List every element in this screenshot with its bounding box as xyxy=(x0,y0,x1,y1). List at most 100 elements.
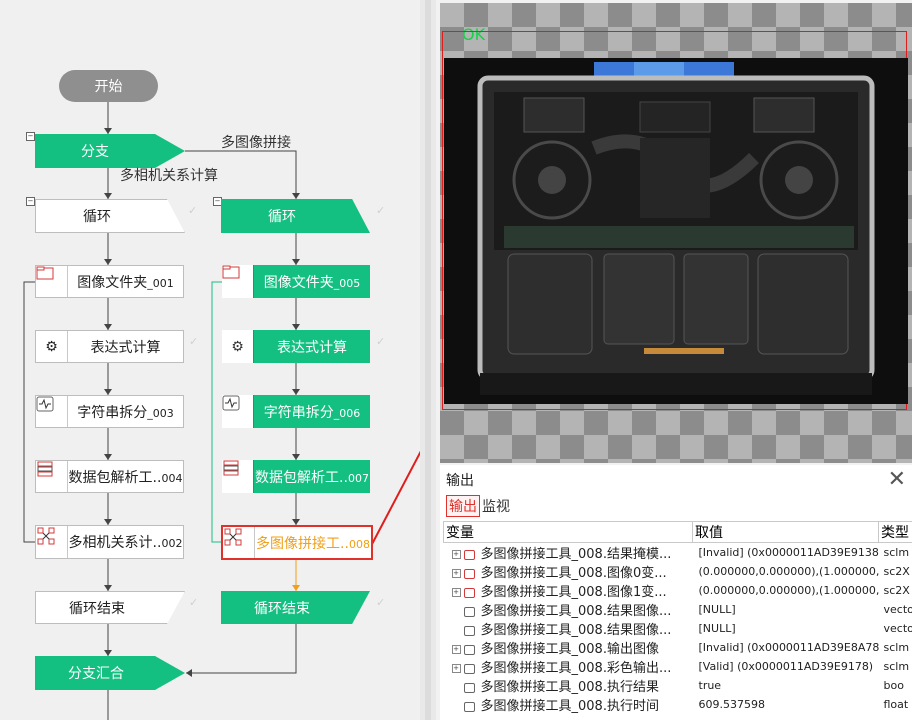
table-row[interactable]: 多图像拼接工具_008.结果图像... [NULL] vecto xyxy=(444,600,912,619)
start-node[interactable]: 开始 xyxy=(59,70,158,102)
variable-icon xyxy=(463,663,475,674)
check-icon: ✓ xyxy=(189,596,199,609)
column-header-value[interactable]: 取值 xyxy=(692,521,879,543)
left-packet-suffix: 004 xyxy=(161,471,183,485)
variable-value: [NULL] xyxy=(698,603,736,616)
close-icon[interactable]: ✕ xyxy=(888,469,906,491)
left-split-node[interactable]: 字符串拆分_003 xyxy=(35,395,184,428)
variable-value: (0.000000,0.000000),(1.000000,... xyxy=(698,565,879,578)
variable-name: 多图像拼接工具_008.结果掩模... xyxy=(480,547,672,562)
left-loop-end-node[interactable]: 循环结束 xyxy=(35,591,185,624)
left-loop-end-label: 循环结束 xyxy=(69,600,125,617)
branch-label-left: 多相机关系计算 xyxy=(120,168,218,184)
variable-icon xyxy=(463,701,475,712)
branch-node[interactable]: 分支 xyxy=(35,134,185,168)
left-expr-node[interactable]: ⚙ 表达式计算 xyxy=(35,330,184,363)
left-relation-suffix: 002 xyxy=(161,537,183,550)
variable-name: 多图像拼接工具_008.图像1变... xyxy=(480,585,667,600)
left-folder-suffix: _001 xyxy=(147,276,174,290)
table-row[interactable]: 多图像拼接工具_008.执行结果 true boo xyxy=(444,676,912,695)
variable-name: 多图像拼接工具_008.结果图像... xyxy=(480,623,672,638)
right-split-suffix: _006 xyxy=(333,406,361,420)
right-folder-node[interactable]: 图像文件夹_005 xyxy=(222,265,370,298)
table-row[interactable]: + 多图像拼接工具_008.彩色输出... [Valid] (0x0000011AD… xyxy=(444,657,912,676)
column-header-variable[interactable]: 变量 xyxy=(443,521,693,543)
list-icon xyxy=(222,460,254,493)
check-icon: ✓ xyxy=(376,204,386,217)
table-row[interactable]: + 多图像拼接工具_008.结果掩模... [Invalid] (0x0000011… xyxy=(444,543,912,562)
right-packet-node[interactable]: 数据包解析工..007 xyxy=(222,460,370,493)
variable-icon xyxy=(463,568,475,579)
output-tabs: 输出 监视 xyxy=(446,495,512,517)
flow-canvas[interactable]: 开始 − 分支 多图像拼接 多相机关系计算 − 循环 ✓ 图像文件夹_001 ⚙… xyxy=(0,0,420,720)
table-row[interactable]: 多图像拼接工具_008.结果图像... [NULL] vecto xyxy=(444,619,912,638)
check-icon: ✓ xyxy=(189,335,199,348)
check-icon: ✓ xyxy=(376,596,386,609)
gear-icon: ⚙ xyxy=(36,331,68,362)
panel-splitter[interactable] xyxy=(420,0,436,720)
tab-monitor[interactable]: 监视 xyxy=(480,496,512,516)
left-loop-label: 循环 xyxy=(83,209,111,225)
expand-icon[interactable]: + xyxy=(451,550,461,559)
variable-value: true xyxy=(698,679,722,692)
right-split-node[interactable]: 字符串拆分_006 xyxy=(222,395,370,428)
output-panel-title: 输出 xyxy=(446,473,474,489)
collapse-icon[interactable]: − xyxy=(213,197,222,206)
variable-name: 多图像拼接工具_008.图像0变... xyxy=(480,566,667,581)
variable-name: 多图像拼接工具_008.执行结果 xyxy=(480,680,659,695)
left-expr-label: 表达式计算 xyxy=(90,339,161,356)
variable-icon xyxy=(463,644,475,655)
variable-table: 变量 取值 类型 + 多图像拼接工具_008.结果掩模... [Invalid] (… xyxy=(443,521,912,714)
right-loop-node[interactable]: 循环 xyxy=(221,199,370,233)
start-label: 开始 xyxy=(94,79,123,95)
collapse-icon[interactable]: − xyxy=(26,132,35,141)
variable-type: sclm xyxy=(883,546,910,559)
variable-type: sclm xyxy=(883,641,910,654)
gear-icon: ⚙ xyxy=(222,330,254,363)
output-panel: 输出 ✕ 输出 监视 变量 取值 类型 + 多图像拼接工具_008.结果掩模... [… xyxy=(440,465,912,720)
laptop-board-picture xyxy=(444,58,908,404)
expand-icon[interactable]: + xyxy=(451,645,461,654)
list-icon xyxy=(36,461,68,492)
variable-name: 多图像拼接工具_008.执行时间 xyxy=(480,699,659,714)
right-folder-label: 图像文件夹 xyxy=(263,274,334,291)
folder-icon xyxy=(36,266,68,297)
variable-value: 609.537598 xyxy=(698,698,765,711)
right-stitch-node[interactable]: 多图像拼接工..008 xyxy=(221,525,373,560)
variable-name: 多图像拼接工具_008.结果图像... xyxy=(480,604,672,619)
variable-value: [Valid] (0x0000011AD39E9178) xyxy=(698,660,874,673)
collapse-icon[interactable]: − xyxy=(26,197,35,206)
column-header-type[interactable]: 类型 xyxy=(878,521,912,543)
expand-icon[interactable]: + xyxy=(451,569,461,578)
variable-type: sc2X xyxy=(883,584,910,597)
expand-icon[interactable]: + xyxy=(451,664,461,673)
variable-value: [NULL] xyxy=(698,622,736,635)
expand-icon[interactable]: + xyxy=(451,588,461,597)
variable-value: [Invalid] (0x0000011AD39E8A78) xyxy=(698,641,879,654)
branch-label-right: 多图像拼接 xyxy=(221,135,291,151)
table-row[interactable]: + 多图像拼接工具_008.输出图像 [Invalid] (0x0000011AD3… xyxy=(444,638,912,657)
merge-label: 分支汇合 xyxy=(68,666,124,682)
left-folder-node[interactable]: 图像文件夹_001 xyxy=(35,265,184,298)
right-packet-label: 数据包解析工.. xyxy=(255,469,348,486)
variable-name: 多图像拼接工具_008.输出图像 xyxy=(480,642,659,657)
right-loop-end-node[interactable]: 循环结束 xyxy=(221,591,370,624)
tab-output[interactable]: 输出 xyxy=(446,495,480,517)
left-loop-node[interactable]: 循环 xyxy=(35,199,185,233)
waveform-icon xyxy=(36,396,68,427)
right-stitch-suffix: 008 xyxy=(348,537,370,551)
table-row[interactable]: + 多图像拼接工具_008.图像0变... (0.000000,0.000000),… xyxy=(444,562,912,581)
left-relation-node[interactable]: 多相机关系计..002 xyxy=(35,525,184,559)
right-expr-node[interactable]: ⚙ 表达式计算 xyxy=(222,330,370,363)
multi-image-icon xyxy=(223,527,255,558)
variable-type: float xyxy=(883,698,909,711)
table-row[interactable]: 多图像拼接工具_008.执行时间 609.537598 float xyxy=(444,695,912,714)
check-icon: ✓ xyxy=(376,335,386,348)
left-packet-node[interactable]: 数据包解析工..004 xyxy=(35,460,184,493)
table-row[interactable]: + 多图像拼接工具_008.图像1变... (0.000000,0.000000),… xyxy=(444,581,912,600)
merge-node[interactable]: 分支汇合 xyxy=(35,656,185,690)
right-stitch-label: 多图像拼接工.. xyxy=(256,535,349,552)
left-relation-label: 多相机关系计.. xyxy=(68,535,162,551)
left-packet-label: 数据包解析工.. xyxy=(68,469,162,486)
variable-icon xyxy=(463,625,475,636)
